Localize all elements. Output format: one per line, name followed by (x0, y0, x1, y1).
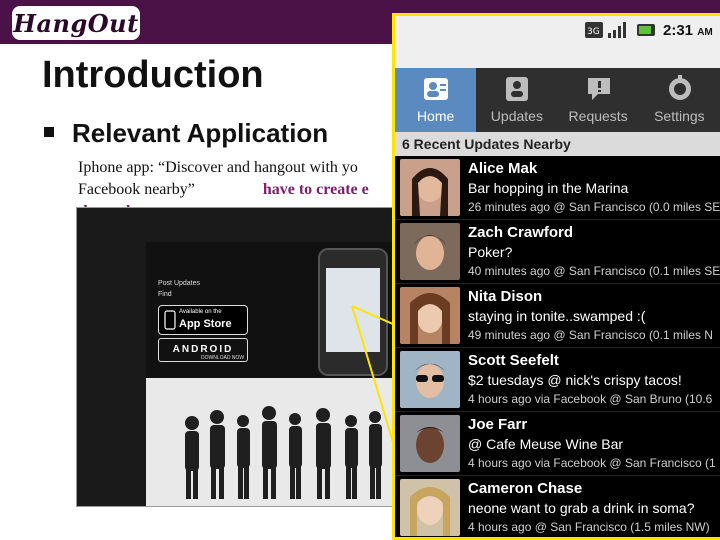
avatar (400, 287, 460, 344)
website-post-updates-link: Post Updates (158, 280, 201, 287)
avatar (400, 351, 460, 408)
update-message: Poker? (468, 244, 513, 260)
network-3g-icon: 3G (585, 22, 603, 38)
update-row[interactable]: Nita Dison staying in tonite..swamped :(… (395, 284, 720, 348)
update-message: @ Cafe Meuse Wine Bar (468, 436, 624, 452)
update-name: Nita Dison (468, 288, 543, 305)
recent-updates-header: 6 Recent Updates Nearby (395, 132, 720, 156)
avatar (400, 159, 460, 216)
update-row[interactable]: Joe Farr @ Cafe Meuse Wine Bar 4 hours a… (395, 412, 720, 476)
avatar (400, 479, 460, 536)
android-download-text: DOWNLOAD NOW (201, 355, 245, 361)
updates-list: Alice Mak Bar hopping in the Marina 26 m… (395, 156, 720, 537)
tab-requests[interactable]: Requests (558, 68, 639, 132)
home-contacts-icon (424, 78, 448, 100)
update-meta: 4 hours ago via Facebook @ San Francisco… (468, 456, 716, 470)
svg-text:3G: 3G (587, 27, 600, 37)
slide-title: Introduction (42, 54, 264, 96)
tab-settings-label: Settings (654, 108, 705, 124)
status-ampm: AM (697, 27, 713, 38)
update-meta: 4 hours ago @ San Francisco (1.5 miles N… (468, 520, 710, 534)
tab-bar: Home Updates Requests Settings (395, 68, 720, 132)
update-meta: 4 hours ago via Facebook @ San Bruno (10… (468, 392, 713, 406)
update-message: Bar hopping in the Marina (468, 180, 629, 196)
update-meta: 26 minutes ago @ San Francisco (0.0 mile… (468, 200, 720, 214)
tab-settings[interactable]: Settings (639, 68, 720, 132)
update-meta: 40 minutes ago @ San Francisco (0.1 mile… (468, 264, 720, 278)
update-message: $2 tuesdays @ nick's crispy tacos! (468, 372, 682, 388)
status-bar: 3G 2:31 AM (395, 16, 720, 68)
update-message: staying in tonite..swamped :( (468, 308, 646, 324)
app-store-big-text: App Store (179, 318, 232, 330)
update-name: Zach Crawford (468, 224, 574, 241)
signal-strength-icon (607, 22, 629, 38)
update-name: Scott Seefelt (468, 352, 559, 369)
status-time: 2:31 AM (663, 22, 713, 39)
status-time-value: 2:31 (663, 22, 694, 39)
mini-iphone-screen (326, 268, 380, 352)
mini-iphone-image (318, 248, 388, 376)
body-line-2: Facebook nearby” have to create e (78, 179, 418, 201)
body-line-2-highlight: have to create e (262, 181, 369, 198)
battery-icon (637, 22, 657, 38)
people-silhouettes-image (185, 406, 382, 499)
updates-icon (506, 77, 529, 101)
app-store-small-text: Available on the (179, 309, 222, 315)
update-row[interactable]: Scott Seefelt $2 tuesdays @ nick's crisp… (395, 348, 720, 412)
update-message: neone want to grab a drink in soma? (468, 500, 695, 516)
iphone-icon (164, 310, 176, 330)
tab-home-label: Home (416, 108, 455, 124)
website-screenshot: Post Updates Find Available on the App S… (76, 207, 400, 507)
update-name: Joe Farr (468, 416, 528, 433)
tab-home[interactable]: Home (395, 68, 477, 132)
avatar (400, 223, 460, 280)
update-meta: 49 minutes ago @ San Francisco (0.1 mile… (468, 328, 713, 342)
update-row[interactable]: Zach Crawford Poker? 40 minutes ago @ Sa… (395, 220, 720, 284)
tab-updates-label: Updates (490, 108, 543, 124)
app-store-badge: Available on the App Store (158, 305, 248, 335)
hangout-logo: HangOut (12, 6, 140, 40)
bullet-marker (44, 127, 54, 137)
update-row[interactable]: Alice Mak Bar hopping in the Marina 26 m… (395, 156, 720, 220)
requests-icon (587, 78, 610, 100)
update-row[interactable]: Cameron Chase neone want to grab a drink… (395, 476, 720, 537)
avatar (400, 415, 460, 472)
bullet-heading: Relevant Application (72, 118, 329, 148)
tab-requests-label: Requests (568, 108, 628, 124)
update-name: Cameron Chase (468, 480, 583, 497)
android-phone-screenshot: 3G 2:31 AM Home Updates Requests Setting… (392, 13, 720, 540)
tab-updates[interactable]: Updates (476, 68, 557, 132)
body-line-2-plain: Facebook nearby” (78, 181, 195, 198)
settings-icon (668, 75, 691, 100)
body-line-1: Iphone app: “Discover and hangout with y… (78, 159, 358, 176)
logo-text: HangOut (13, 8, 139, 38)
update-name: Alice Mak (468, 160, 538, 177)
website-find-link: Find (158, 291, 172, 298)
